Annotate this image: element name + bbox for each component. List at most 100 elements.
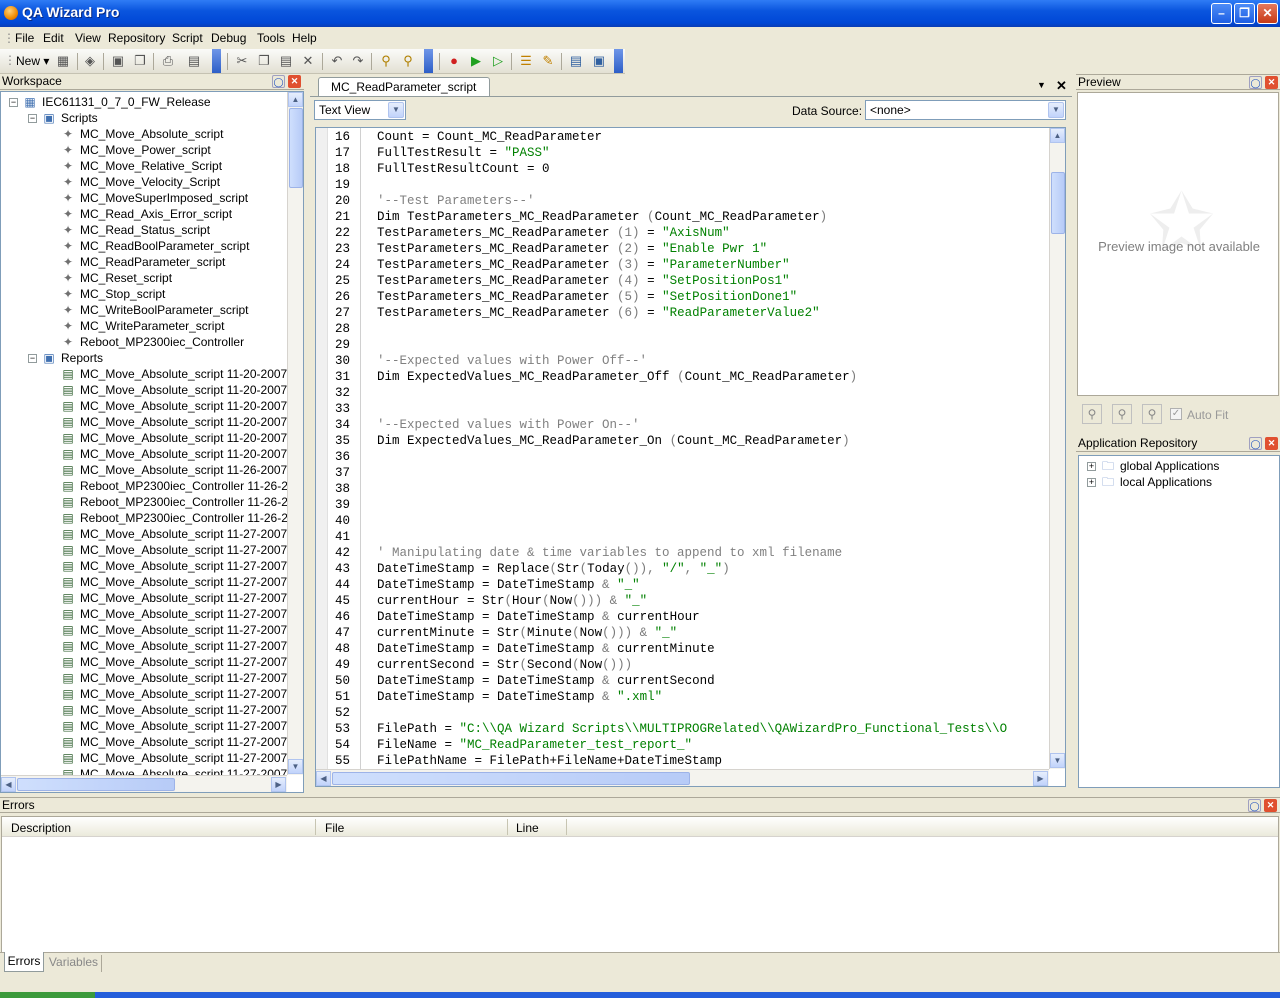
record-icon[interactable]: ◈ [82, 53, 98, 69]
undo-icon[interactable]: ↶ [329, 53, 345, 69]
code-line[interactable]: FilePath = "C:\\QA Wizard Scripts\\MULTI… [377, 721, 1007, 737]
close-panel-icon[interactable]: ✕ [1265, 437, 1278, 450]
scroll-down-icon[interactable]: ▼ [1050, 753, 1065, 768]
code-line[interactable]: TestParameters_MC_ReadParameter (4) = "S… [377, 273, 790, 289]
code-line[interactable]: DateTimeStamp = DateTimeStamp & ".xml" [377, 689, 662, 705]
code-line[interactable]: ' Manipulating date & time variables to … [377, 545, 842, 561]
tree-item[interactable]: MC_Move_Absolute_script 11-27-2007 [80, 734, 287, 750]
scroll-up-icon[interactable]: ▲ [1050, 128, 1065, 143]
code-line[interactable]: currentMinute = Str(Minute(Now())) & "_" [377, 625, 677, 641]
tree-item-local-applications[interactable]: local Applications [1120, 474, 1212, 490]
zoom-out-icon[interactable]: ⚲ [1112, 404, 1132, 424]
repository-icon[interactable]: ▤ [568, 53, 584, 69]
pin-icon[interactable]: ◯ [1249, 76, 1262, 89]
expand-icon[interactable]: + [1087, 462, 1096, 471]
tree-item[interactable]: MC_Move_Velocity_Script [80, 174, 220, 190]
run-icon[interactable]: ▶ [468, 53, 484, 69]
tree-item[interactable]: MC_Move_Absolute_script 11-27-2007 [80, 574, 287, 590]
scroll-left-icon[interactable]: ◀ [316, 771, 331, 786]
menu-debug[interactable]: Debug [211, 31, 246, 45]
tree-item[interactable]: Scripts [61, 110, 98, 126]
code-line[interactable]: FileName = "MC_ReadParameter_test_report… [377, 737, 692, 753]
code-line[interactable]: TestParameters_MC_ReadParameter (2) = "E… [377, 241, 767, 257]
scroll-thumb[interactable] [1051, 172, 1065, 234]
column-description[interactable]: Description [11, 821, 71, 835]
expand-icon[interactable]: + [1087, 478, 1096, 487]
code-line[interactable]: currentSecond = Str(Second(Now())) [377, 657, 632, 673]
scroll-up-icon[interactable]: ▲ [288, 92, 303, 107]
zoom-actual-icon[interactable]: ⚲ [1142, 404, 1162, 424]
edit-report-icon[interactable]: ✎ [540, 53, 556, 69]
scroll-right-icon[interactable]: ▶ [271, 777, 286, 792]
code-line[interactable]: '--Test Parameters--' [377, 193, 535, 209]
run-batch-icon[interactable]: ▷ [490, 53, 506, 69]
tree-item[interactable]: MC_Move_Absolute_script 11-26-2007 [80, 462, 287, 478]
cut-icon[interactable]: ✂ [234, 53, 250, 69]
tab-mc-readparameter-script[interactable]: MC_ReadParameter_script [318, 77, 490, 97]
tree-item[interactable]: Reports [61, 350, 103, 366]
tree-item[interactable]: MC_ReadParameter_script [80, 254, 225, 270]
close-panel-icon[interactable]: ✕ [288, 75, 301, 88]
collapse-icon[interactable]: − [9, 98, 18, 107]
tree-item[interactable]: MC_Move_Absolute_script 11-20-2007 [80, 430, 287, 446]
tree-item[interactable]: MC_Move_Absolute_script 11-20-2007 [80, 382, 287, 398]
toolbar-overflow[interactable] [614, 49, 623, 73]
record-script-icon[interactable]: ● [446, 53, 462, 69]
tree-item[interactable]: MC_Move_Power_script [80, 142, 211, 158]
print-preview-icon[interactable]: ▤ [186, 53, 202, 69]
column-file[interactable]: File [325, 821, 344, 835]
tree-item[interactable]: MC_Move_Absolute_script 11-20-2007 [80, 414, 287, 430]
maximize-button[interactable]: ❐ [1234, 3, 1255, 24]
code-line[interactable]: TestParameters_MC_ReadParameter (3) = "P… [377, 257, 790, 273]
scroll-thumb[interactable] [332, 772, 690, 785]
minimize-button[interactable]: – [1211, 3, 1232, 24]
code-line[interactable]: DateTimeStamp = DateTimeStamp & "_" [377, 577, 640, 593]
column-line[interactable]: Line [516, 821, 539, 835]
tree-item[interactable]: MC_Move_Absolute_script 11-27-2007 [80, 526, 287, 542]
tree-item[interactable]: MC_WriteBoolParameter_script [80, 302, 249, 318]
scroll-thumb[interactable] [289, 108, 303, 188]
code-line[interactable]: Dim TestParameters_MC_ReadParameter (Cou… [377, 209, 827, 225]
menu-script[interactable]: Script [172, 31, 203, 45]
tab-errors[interactable]: Errors [4, 952, 44, 972]
tree-item[interactable]: MC_Move_Absolute_script 11-20-2007 [80, 366, 287, 382]
tree-item[interactable]: Reboot_MP2300iec_Controller [80, 334, 244, 350]
redo-icon[interactable]: ↷ [350, 53, 366, 69]
code-line[interactable]: currentHour = Str(Hour(Now())) & "_" [377, 593, 647, 609]
tree-item[interactable]: Reboot_MP2300iec_Controller 11-26-20 [80, 510, 295, 526]
scroll-left-icon[interactable]: ◀ [1, 777, 16, 792]
pin-icon[interactable]: ◯ [1249, 437, 1262, 450]
tree-item[interactable]: MC_Move_Absolute_script 11-27-2007 [80, 590, 287, 606]
start-button[interactable] [0, 992, 95, 998]
code-line[interactable]: TestParameters_MC_ReadParameter (6) = "R… [377, 305, 820, 321]
save-all-icon[interactable]: ❐ [132, 53, 148, 69]
code-line[interactable]: TestParameters_MC_ReadParameter (5) = "S… [377, 289, 797, 305]
tree-item[interactable]: MC_MoveSuperImposed_script [80, 190, 248, 206]
tree-item[interactable]: MC_Move_Absolute_script 11-27-2007 [80, 670, 287, 686]
code-line[interactable]: TestParameters_MC_ReadParameter (1) = "A… [377, 225, 730, 241]
tab-variables[interactable]: Variables [46, 955, 102, 972]
code-line[interactable]: FullTestResultCount = 0 [377, 161, 550, 177]
tree-item[interactable]: MC_Move_Absolute_script 11-27-2007 [80, 702, 287, 718]
tab-dropdown-icon[interactable]: ▼ [1037, 80, 1046, 90]
tree-item[interactable]: MC_Reset_script [80, 270, 172, 286]
code-line[interactable]: DateTimeStamp = DateTimeStamp & currentH… [377, 609, 700, 625]
workspace-vscroll[interactable]: ▲ ▼ [287, 92, 303, 775]
pin-icon[interactable]: ◯ [1248, 799, 1261, 812]
code-line[interactable]: DateTimeStamp = DateTimeStamp & currentM… [377, 641, 715, 657]
tree-item[interactable]: MC_Move_Absolute_script 11-27-2007 [80, 606, 287, 622]
menu-view[interactable]: View [75, 31, 101, 45]
tree-item[interactable]: MC_Move_Absolute_script 11-27-2007 [80, 558, 287, 574]
tree-item[interactable]: IEC61131_0_7_0_FW_Release [42, 94, 211, 110]
code-line[interactable]: FilePathName = FilePath+FileName+DateTim… [377, 753, 722, 769]
report-icon[interactable]: ☰ [518, 53, 534, 69]
tree-item[interactable]: MC_WriteParameter_script [80, 318, 224, 334]
menu-file[interactable]: File [15, 31, 34, 45]
collapse-icon[interactable]: − [28, 114, 37, 123]
tree-item[interactable]: MC_Stop_script [80, 286, 165, 302]
tree-item[interactable]: MC_Move_Absolute_script 11-27-2007 [80, 750, 287, 766]
tree-item[interactable]: MC_Move_Absolute_script 11-27-2007 [80, 542, 287, 558]
toolbar-overflow[interactable] [212, 49, 221, 73]
scroll-down-icon[interactable]: ▼ [288, 759, 303, 774]
tree-item[interactable]: MC_Move_Absolute_script [80, 126, 223, 142]
